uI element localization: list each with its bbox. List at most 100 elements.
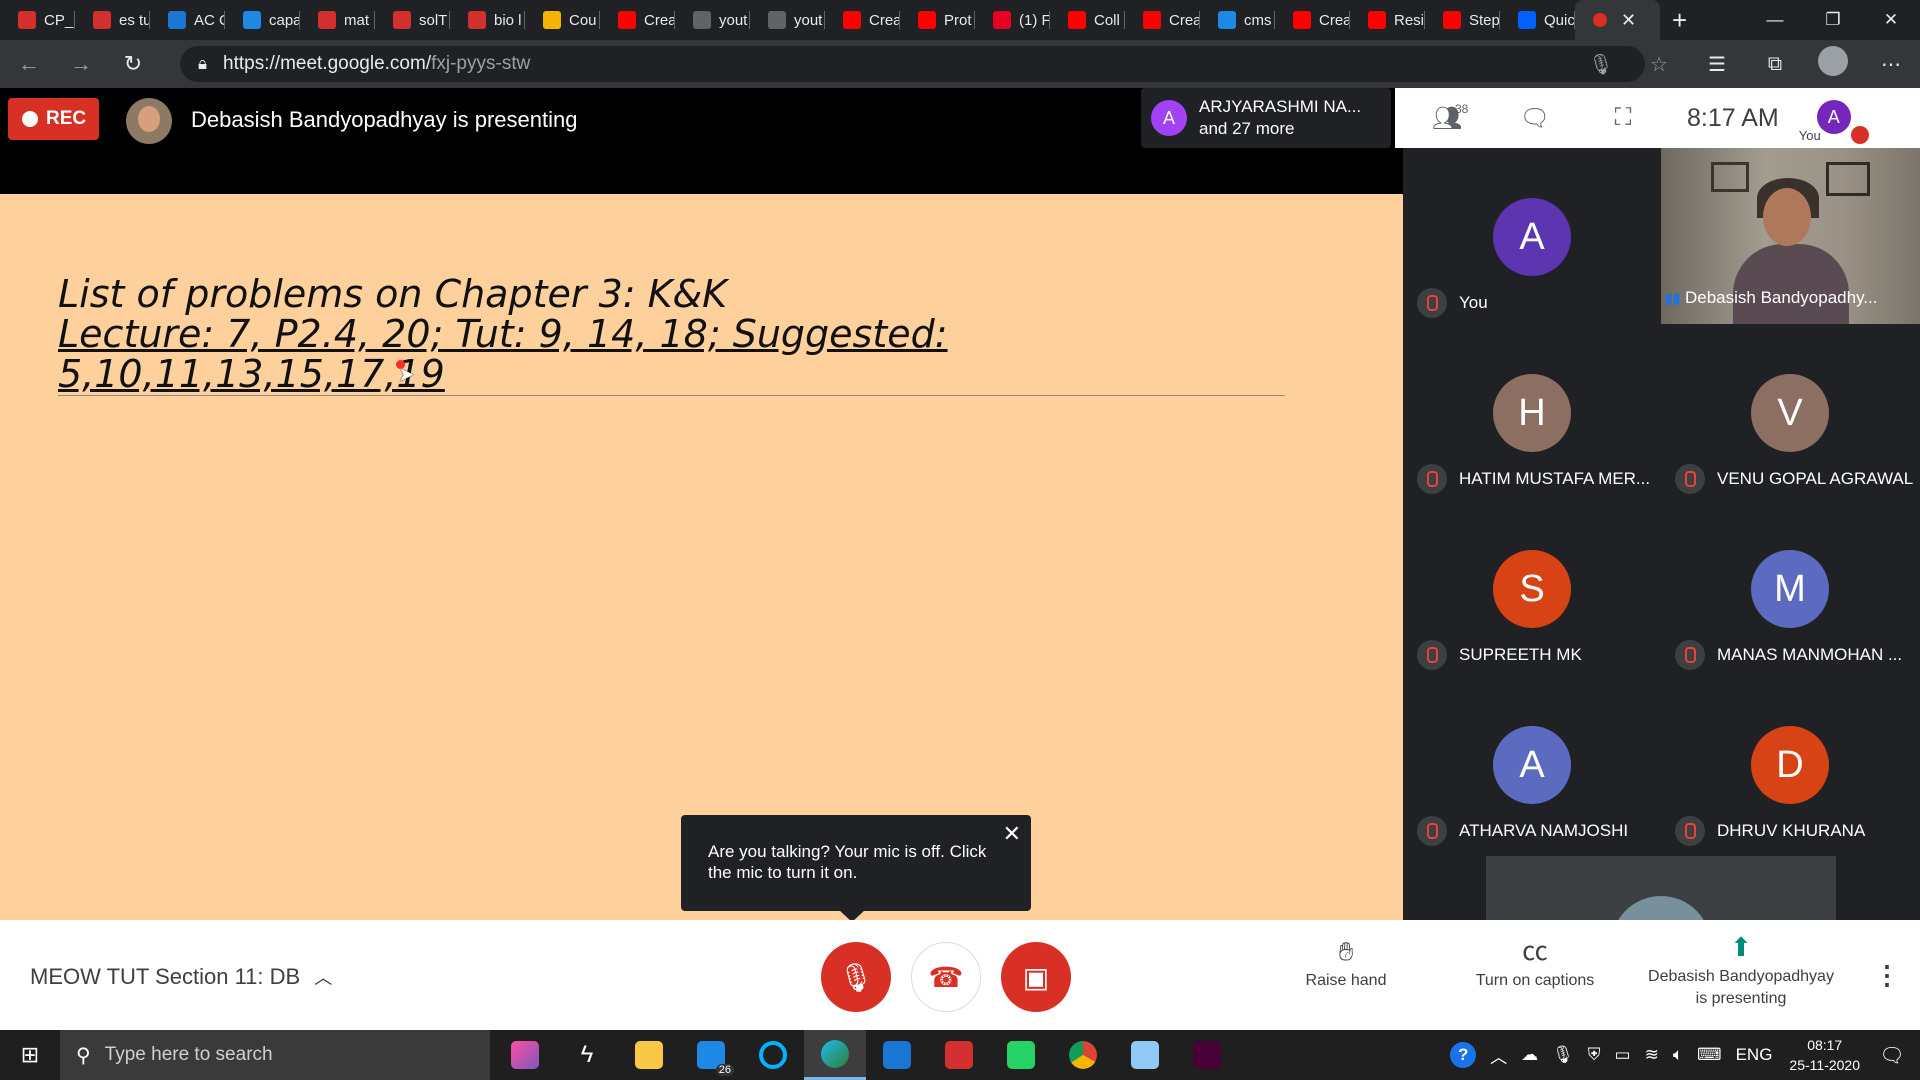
browser-tab[interactable]: CP_I bbox=[0, 0, 75, 40]
presenter-video-tile[interactable]: ▮▮ Debasish Bandyopadhy... bbox=[1661, 148, 1920, 324]
taskbar-app-bolt[interactable]: ϟ bbox=[556, 1030, 618, 1080]
taskbar-app-cortana[interactable] bbox=[742, 1030, 804, 1080]
maximize-button[interactable]: ❐ bbox=[1804, 0, 1862, 40]
battery-icon[interactable]: ▭ bbox=[1615, 1045, 1631, 1065]
participant-tile[interactable]: S SUPREETH MK bbox=[1403, 500, 1661, 676]
browser-tab[interactable]: solT bbox=[375, 0, 450, 40]
browser-tab-title: Resi bbox=[1394, 11, 1425, 29]
browser-tab[interactable]: Resi bbox=[1350, 0, 1425, 40]
favorites-icon[interactable]: ☰ bbox=[1688, 52, 1746, 77]
participant-tile[interactable]: H HATIM MUSTAFA MER... bbox=[1403, 324, 1661, 500]
tab-active-meet[interactable]: ✕ bbox=[1575, 0, 1660, 40]
browser-tab-title: Prot bbox=[944, 11, 972, 29]
people-button[interactable]: 👥︎ 38 bbox=[1403, 88, 1491, 148]
leave-call-button[interactable]: ☎︎ bbox=[911, 942, 981, 1012]
captions-button[interactable]: ㏄ Turn on captions bbox=[1462, 938, 1608, 992]
back-button[interactable]: ← bbox=[6, 44, 52, 84]
folder-icon bbox=[635, 1041, 663, 1069]
taskbar-app-acrobat[interactable] bbox=[928, 1030, 990, 1080]
taskbar-clock[interactable]: 08:17 25-11-2020 bbox=[1789, 1035, 1860, 1075]
browser-tab[interactable]: Coll bbox=[1050, 0, 1125, 40]
edge-e-icon bbox=[168, 11, 186, 29]
browser-tab-title: capa bbox=[269, 11, 300, 29]
windows-start-icon[interactable]: ⊞ bbox=[0, 1030, 60, 1080]
youtube-icon bbox=[843, 11, 861, 29]
keyboard-icon[interactable]: ⌨︎ bbox=[1697, 1045, 1722, 1065]
chat-button[interactable]: 🗨︎ bbox=[1491, 88, 1579, 148]
browser-tab[interactable]: Crea bbox=[600, 0, 675, 40]
browser-tab[interactable]: Step bbox=[1425, 0, 1500, 40]
volume-icon[interactable]: 🔈︎ bbox=[1673, 1045, 1683, 1065]
presenting-button[interactable]: ⬆︎ Debasish Bandyopadhyay is presenting bbox=[1636, 934, 1846, 1010]
url-input[interactable]: 🔒︎ https://meet.google.com/fxj-pyys-stw bbox=[180, 46, 1645, 82]
onedrive-icon[interactable]: ☁︎ bbox=[1521, 1045, 1538, 1065]
taskbar-app-chrome[interactable] bbox=[1052, 1030, 1114, 1080]
browser-tab[interactable]: capa bbox=[225, 0, 300, 40]
taskbar-app-calendar[interactable]: 26 bbox=[680, 1030, 742, 1080]
participant-tile[interactable]: A ATHARVA NAMJOSHI bbox=[1403, 676, 1661, 852]
mic-off-badge-icon bbox=[1850, 126, 1869, 144]
forward-button[interactable]: → bbox=[58, 44, 104, 84]
self-avatar[interactable]: A You bbox=[1799, 88, 1869, 148]
browser-tab[interactable]: mat bbox=[300, 0, 375, 40]
browser-tab[interactable]: AC C bbox=[150, 0, 225, 40]
participant-tile[interactable]: D DHRUV KHURANA bbox=[1661, 676, 1919, 852]
browser-tab[interactable]: Crea bbox=[825, 0, 900, 40]
more-options-icon[interactable]: ⋮ bbox=[1874, 960, 1900, 991]
taskbar-app-mail[interactable] bbox=[866, 1030, 928, 1080]
browser-tab[interactable]: Quic bbox=[1500, 0, 1575, 40]
security-icon[interactable]: ⛨ bbox=[1588, 1045, 1601, 1065]
language-indicator[interactable]: ENG bbox=[1736, 1045, 1773, 1065]
wifi-icon[interactable]: ≋ bbox=[1645, 1045, 1659, 1065]
mic-toggle-button[interactable]: 🎙︎ bbox=[821, 942, 891, 1012]
mic-off-icon bbox=[1675, 464, 1705, 494]
activities-button[interactable]: ⛶ bbox=[1579, 88, 1667, 148]
adobe-xd-icon bbox=[1193, 1041, 1221, 1069]
raise-hand-label: Raise hand bbox=[1305, 972, 1387, 989]
browser-tab[interactable]: Crea bbox=[1275, 0, 1350, 40]
participant-tile[interactable]: A You bbox=[1403, 148, 1661, 324]
close-tab-icon[interactable]: ✕ bbox=[1621, 10, 1636, 31]
collections-icon[interactable]: ⧉ bbox=[1746, 53, 1804, 76]
taskbar-app-edge[interactable] bbox=[804, 1030, 866, 1080]
search-icon: ⚲ bbox=[76, 1044, 91, 1067]
taskbar-search-input[interactable]: ⚲ Type here to search bbox=[60, 1030, 490, 1080]
page-icon bbox=[768, 11, 786, 29]
browser-tab[interactable]: Prot bbox=[900, 0, 975, 40]
participant-tile[interactable]: M MANAS MANMOHAN ... bbox=[1661, 500, 1919, 676]
meeting-details-button[interactable]: MEOW TUT Section 11: DB ︿ bbox=[30, 964, 332, 990]
favorite-star-icon[interactable]: ☆ bbox=[1630, 52, 1688, 77]
raise-hand-button[interactable]: ✋︎ Raise hand bbox=[1298, 938, 1394, 992]
browser-tab[interactable]: (1) F bbox=[975, 0, 1050, 40]
taskbar-app-notes[interactable] bbox=[1114, 1030, 1176, 1080]
browser-tab[interactable]: Crea bbox=[1125, 0, 1200, 40]
new-tab-button[interactable]: + bbox=[1672, 5, 1687, 36]
minimize-button[interactable]: — bbox=[1746, 0, 1804, 40]
browser-tab-title: AC C bbox=[194, 11, 225, 29]
browser-tab-title: (1) F bbox=[1019, 11, 1050, 29]
participant-tile[interactable]: V VENU GOPAL AGRAWAL bbox=[1661, 324, 1919, 500]
camera-toggle-button[interactable]: ▣ bbox=[1001, 942, 1071, 1012]
microphone-tray-icon[interactable]: 🎙︎ bbox=[1552, 1045, 1574, 1065]
taskbar-app-xd[interactable] bbox=[1176, 1030, 1238, 1080]
taskbar-app-explorer[interactable] bbox=[618, 1030, 680, 1080]
notification-center-icon[interactable]: 🗨︎ bbox=[1864, 1030, 1920, 1080]
menu-dots-icon[interactable]: ⋯ bbox=[1862, 52, 1920, 77]
browser-tab[interactable]: cms bbox=[1200, 0, 1275, 40]
browser-tab-title: Cou bbox=[569, 11, 597, 29]
profile-avatar[interactable] bbox=[1804, 46, 1862, 82]
taskbar-app-photos[interactable] bbox=[494, 1030, 556, 1080]
close-window-button[interactable]: ✕ bbox=[1862, 0, 1920, 40]
browser-tab[interactable]: es tu bbox=[75, 0, 150, 40]
browser-tab[interactable]: Cou bbox=[525, 0, 600, 40]
refresh-button[interactable]: ↻ bbox=[110, 44, 156, 84]
taskbar-app-whatsapp[interactable] bbox=[990, 1030, 1052, 1080]
edge-icon bbox=[821, 1039, 849, 1068]
browser-tab[interactable]: yout bbox=[675, 0, 750, 40]
microphone-icon[interactable]: 🎙︎ bbox=[1572, 52, 1630, 77]
chevron-up-icon[interactable]: ︿ bbox=[1490, 1043, 1507, 1068]
browser-tab[interactable]: yout bbox=[750, 0, 825, 40]
close-tooltip-icon[interactable]: ✕ bbox=[1003, 823, 1021, 845]
browser-tab[interactable]: bio l bbox=[450, 0, 525, 40]
help-icon[interactable]: ? bbox=[1450, 1042, 1477, 1068]
